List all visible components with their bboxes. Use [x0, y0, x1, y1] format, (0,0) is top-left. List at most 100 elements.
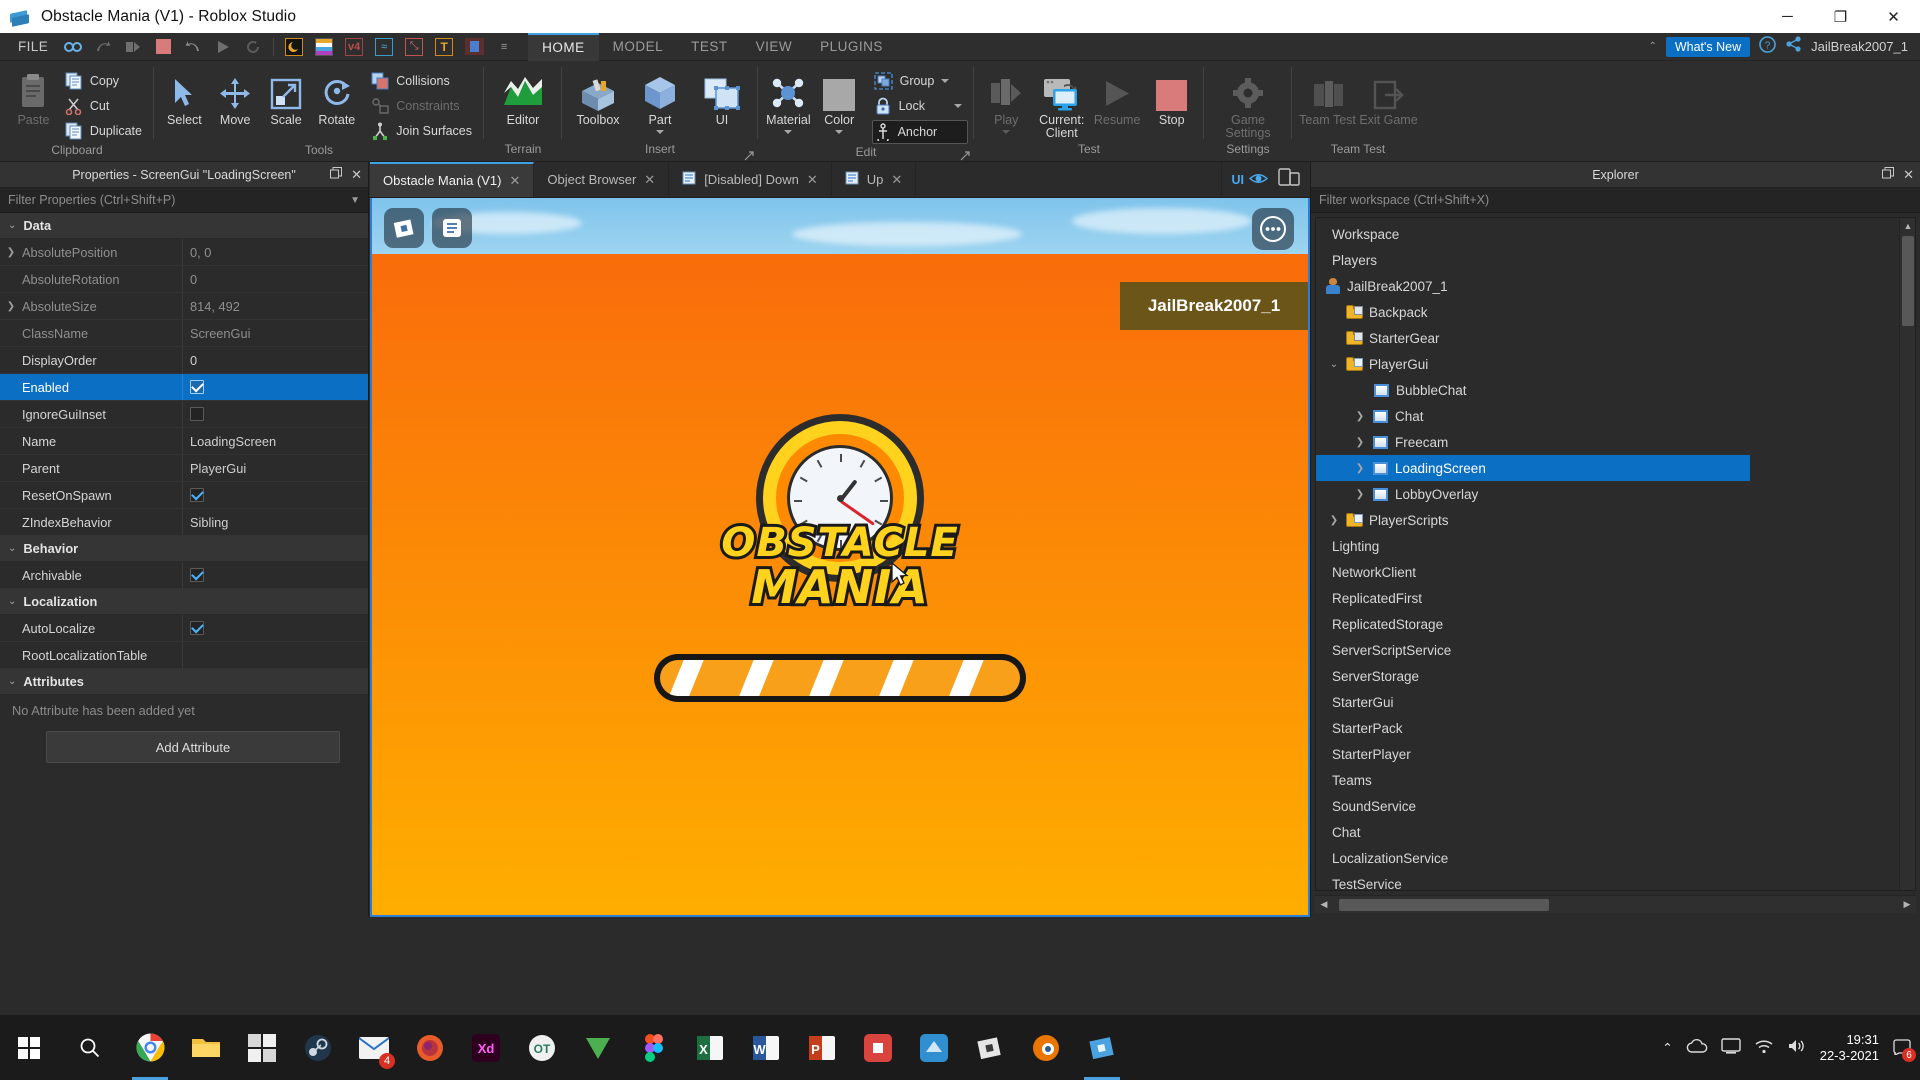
stop-button[interactable]: Stop [1145, 68, 1198, 127]
chevron-right-icon[interactable]: ❯ [1350, 437, 1370, 448]
chevron-right-icon[interactable]: ❯ [1350, 489, 1370, 500]
powerpoint-icon[interactable]: P [796, 1015, 848, 1080]
ribbon-tab-view[interactable]: VIEW [742, 33, 807, 61]
archivable-checkbox[interactable] [190, 568, 204, 582]
game-viewport[interactable]: JailBreak2007_1 OBSTACLE MANIA [370, 198, 1310, 917]
tree-item-workspace[interactable]: Workspace [1316, 221, 1915, 247]
blue-app-icon[interactable] [908, 1015, 960, 1080]
tree-item-serverscriptservice[interactable]: ServerScriptService [1316, 637, 1915, 663]
qat-overflow-icon[interactable]: ≡ [491, 36, 517, 58]
material-button[interactable]: Material [764, 68, 813, 134]
monitor-icon[interactable] [1721, 1038, 1741, 1057]
part-dropdown-icon[interactable] [656, 130, 664, 134]
resetonspawn-checkbox[interactable] [190, 488, 204, 502]
part-button[interactable]: Part [630, 68, 690, 134]
ignoreguiinset-checkbox[interactable] [190, 407, 204, 421]
property-category-attributes[interactable]: ⌄ Attributes [0, 669, 368, 695]
speaker-icon[interactable] [1787, 1038, 1807, 1057]
wave-icon[interactable]: ≈ [371, 36, 397, 58]
property-row-parent[interactable]: Parent PlayerGui [0, 455, 368, 482]
join-surfaces-button[interactable]: Join Surfaces [369, 120, 478, 142]
property-row-rootlocalizationtable[interactable]: RootLocalizationTable [0, 642, 368, 669]
redo-icon[interactable] [90, 36, 116, 58]
chevron-right-icon[interactable]: ❯ [0, 247, 22, 258]
insert-dialog-launcher-icon[interactable] [744, 148, 754, 161]
property-category-data[interactable]: ⌄ Data [0, 213, 368, 239]
tab-close-icon[interactable]: ✕ [891, 172, 902, 188]
property-value-checkbox-cell[interactable] [182, 562, 368, 588]
tree-item-replicatedfirst[interactable]: ReplicatedFirst [1316, 585, 1915, 611]
ui-visibility-toggle[interactable]: UI [1232, 172, 1269, 188]
account-username[interactable]: JailBreak2007_1 [1811, 39, 1908, 54]
property-value[interactable]: LoadingScreen [182, 428, 368, 454]
next-icon[interactable] [120, 36, 146, 58]
tree-item-startergear[interactable]: StarterGear [1316, 325, 1915, 351]
copy-button[interactable]: Copy [63, 70, 148, 92]
word-icon[interactable]: W [740, 1015, 792, 1080]
game-settings-button[interactable]: Game Settings [1212, 68, 1284, 140]
cut-button[interactable]: Cut [63, 95, 148, 117]
group-dropdown-icon[interactable] [941, 79, 950, 83]
property-row-zindexbehavior[interactable]: ZIndexBehavior Sibling [0, 509, 368, 536]
move-tool-button[interactable]: Move [211, 68, 260, 127]
explorer-vertical-scrollbar[interactable]: ▲ [1899, 218, 1915, 890]
property-value-checkbox-cell[interactable] [182, 482, 368, 508]
night-mode-icon[interactable] [281, 36, 307, 58]
red-app-icon[interactable] [852, 1015, 904, 1080]
add-attribute-button[interactable]: Add Attribute [46, 731, 340, 763]
taskbar-clock[interactable]: 19:31 22-3-2021 [1820, 1032, 1879, 1064]
collisions-button[interactable]: Collisions [369, 70, 478, 92]
tab-close-icon[interactable]: ✕ [807, 172, 818, 188]
property-row-absolutesize[interactable]: ❯ AbsoluteSize 814, 492 [0, 293, 368, 320]
property-row-absoluterotation[interactable]: AbsoluteRotation 0 [0, 266, 368, 293]
select-tool-button[interactable]: Select [160, 68, 209, 127]
scrollbar-thumb[interactable] [1902, 236, 1914, 326]
tree-item-testservice[interactable]: TestService [1316, 871, 1915, 891]
avatar-icon[interactable] [461, 36, 487, 58]
tree-item-playerscripts[interactable]: ❯ PlayerScripts [1316, 507, 1915, 533]
undo-icon[interactable] [180, 36, 206, 58]
rainbow-icon[interactable] [311, 36, 337, 58]
tab-close-icon[interactable]: ✕ [644, 172, 655, 188]
tab-object-browser[interactable]: Object Browser ✕ [534, 162, 670, 197]
material-dropdown-icon[interactable] [784, 130, 793, 134]
property-row-autolocalize[interactable]: AutoLocalize [0, 615, 368, 642]
tree-item-starterpack[interactable]: StarterPack [1316, 715, 1915, 741]
play-dropdown-icon[interactable] [1002, 130, 1011, 134]
popout-icon[interactable] [1882, 166, 1895, 184]
maximize-button[interactable]: ❐ [1814, 0, 1867, 33]
popout-icon[interactable] [330, 166, 343, 184]
chevron-down-icon[interactable]: ▼ [350, 195, 360, 206]
tree-item-loadingscreen[interactable]: ❯ LoadingScreen [1316, 455, 1750, 481]
property-value[interactable]: PlayerGui [182, 455, 368, 481]
edit-dialog-launcher-icon[interactable] [960, 148, 970, 161]
text-icon[interactable]: T [431, 36, 457, 58]
close-icon[interactable]: ✕ [1903, 167, 1914, 183]
tree-item-lobbyoverlay[interactable]: ❯ LobbyOverlay [1316, 481, 1915, 507]
chevron-up-icon[interactable]: ⌃ [1662, 1040, 1672, 1055]
property-value-checkbox-cell[interactable] [182, 374, 368, 400]
chevron-down-icon[interactable]: ⌄ [1324, 359, 1344, 370]
tree-item-backpack[interactable]: Backpack [1316, 299, 1915, 325]
explorer-tree[interactable]: Workspace Players JailBreak2007_1 Backpa… [1315, 217, 1916, 891]
exit-game-button[interactable]: Exit Game [1359, 68, 1418, 127]
tree-item-teams[interactable]: Teams [1316, 767, 1915, 793]
scroll-left-icon[interactable]: ◀ [1315, 899, 1333, 910]
tree-item-playergui[interactable]: ⌄ PlayerGui [1316, 351, 1915, 377]
mail-icon[interactable]: 4 [348, 1015, 400, 1080]
property-value-checkbox-cell[interactable] [182, 615, 368, 641]
tree-item-replicatedstorage[interactable]: ReplicatedStorage [1316, 611, 1915, 637]
lock-button[interactable]: Lock [872, 95, 968, 117]
tab-up[interactable]: Up ✕ [832, 162, 917, 197]
property-row-enabled[interactable]: Enabled [0, 374, 368, 401]
autolocalize-checkbox[interactable] [190, 621, 204, 635]
duplicate-button[interactable]: Duplicate [63, 120, 148, 142]
figma-icon[interactable] [628, 1015, 680, 1080]
file-menu-button[interactable]: FILE [0, 39, 58, 54]
help-icon[interactable]: ? [1759, 35, 1776, 58]
property-row-displayorder[interactable]: DisplayOrder 0 [0, 347, 368, 374]
v4-icon[interactable]: v4 [341, 36, 367, 58]
find-icon[interactable] [60, 36, 86, 58]
share-icon[interactable] [1785, 36, 1802, 57]
team-test-button[interactable]: Team Test [1298, 68, 1357, 127]
